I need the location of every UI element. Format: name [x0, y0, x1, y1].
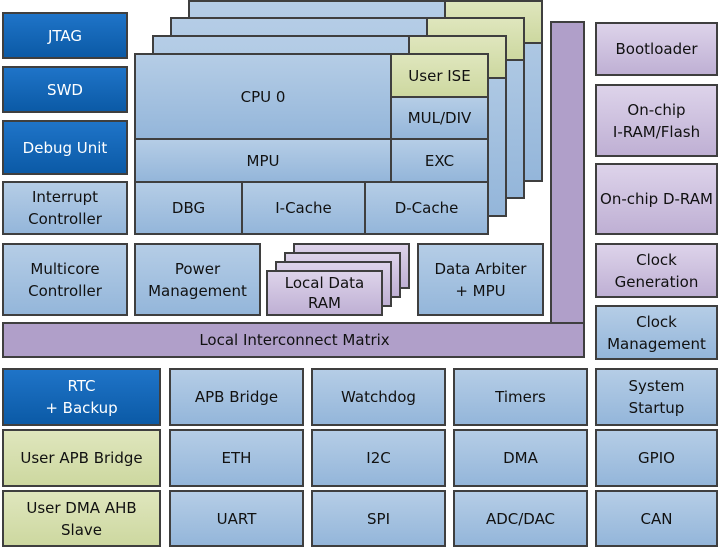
on-chip-iram-flash: On-chip I-RAM/Flash: [595, 84, 718, 157]
user-ise: User ISE: [390, 53, 489, 98]
local-data-ram: Local Data RAM: [266, 270, 383, 316]
gpio: GPIO: [595, 429, 718, 487]
rtc-backup: RTC + Backup: [2, 368, 161, 426]
user-apb-bridge: User APB Bridge: [2, 429, 161, 487]
uart: UART: [169, 490, 304, 547]
jtag: JTAG: [2, 12, 128, 59]
i-cache: I-Cache: [241, 181, 366, 235]
user-dma-ahb-slave: User DMA AHB Slave: [2, 490, 161, 547]
interconnect-joint: [552, 324, 583, 356]
on-chip-dram: On-chip D-RAM: [595, 163, 718, 235]
interconnect-edge: [583, 322, 585, 358]
data-arbiter-mpu: Data Arbiter + MPU: [417, 243, 544, 316]
can: CAN: [595, 490, 718, 547]
swd: SWD: [2, 66, 128, 113]
spi: SPI: [311, 490, 446, 547]
debug-unit: Debug Unit: [2, 120, 128, 175]
mul-div: MUL/DIV: [390, 96, 489, 140]
system-startup: System Startup: [595, 368, 718, 426]
d-cache: D-Cache: [364, 181, 489, 235]
i2c: I2C: [311, 429, 446, 487]
bootloader: Bootloader: [595, 22, 718, 76]
exc: EXC: [390, 138, 489, 183]
local-interconnect-matrix: Local Interconnect Matrix: [2, 322, 585, 358]
power-management: Power Management: [134, 243, 261, 316]
timers: Timers: [453, 368, 588, 426]
watchdog: Watchdog: [311, 368, 446, 426]
dma: DMA: [453, 429, 588, 487]
apb-bridge: APB Bridge: [169, 368, 304, 426]
interrupt-controller: Interrupt Controller: [2, 181, 128, 235]
multicore-controller: Multicore Controller: [2, 243, 128, 316]
clock-generation: Clock Generation: [595, 243, 718, 298]
clock-management: Clock Management: [595, 305, 718, 360]
mpu: MPU: [134, 138, 392, 183]
cpu-0: CPU 0: [134, 53, 392, 140]
interconnect-vertical: [550, 21, 585, 358]
dbg: DBG: [134, 181, 243, 235]
adc-dac: ADC/DAC: [453, 490, 588, 547]
eth: ETH: [169, 429, 304, 487]
